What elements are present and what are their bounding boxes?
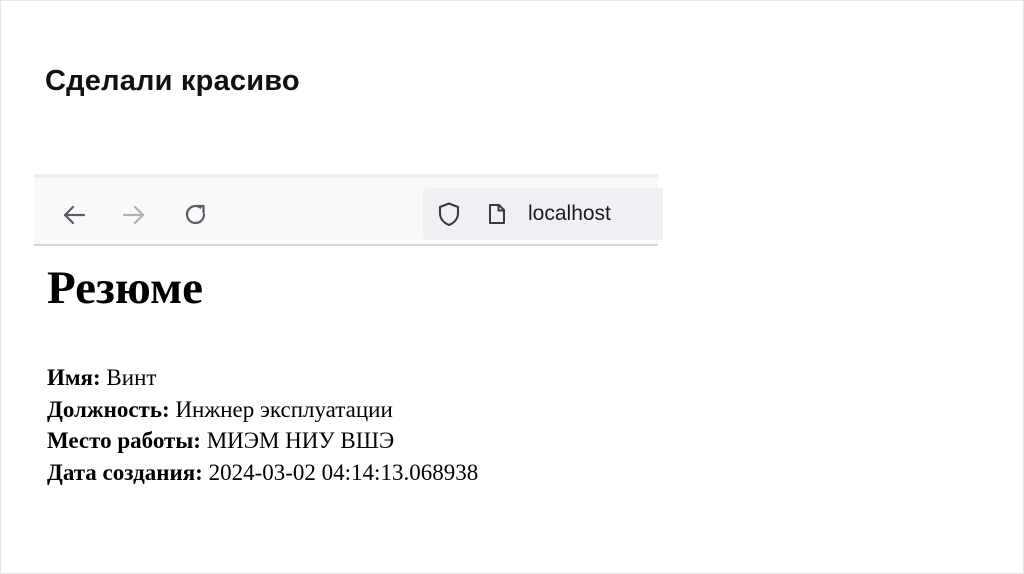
address-bar[interactable]: localhost xyxy=(423,188,663,240)
field-label: Имя: xyxy=(47,365,107,390)
field-row-position: Должность: Инжнер эксплуатации xyxy=(47,394,478,426)
field-value: Инжнер эксплуатации xyxy=(175,396,393,422)
field-label: Дата создания: xyxy=(47,459,209,485)
field-row-name: Имя: Винт xyxy=(47,362,478,394)
field-label: Место работы: xyxy=(47,428,207,453)
slide-title: Сделали красиво xyxy=(45,65,300,97)
browser-toolbar: localhost xyxy=(34,174,663,246)
field-row-created: Дата создания: 2024-03-02 04:14:13.06893… xyxy=(47,457,478,489)
page-heading: Резюме xyxy=(47,262,204,314)
field-label: Должность: xyxy=(47,396,176,422)
page-content: Резюме Имя: Винт Должность: Инжнер экспл… xyxy=(34,246,658,494)
resume-fields: Имя: Винт Должность: Инжнер эксплуатации… xyxy=(47,362,478,488)
field-value: Винт xyxy=(106,365,157,390)
browser-screenshot: localhost Резюме Имя: Винт Должность: Ин… xyxy=(34,174,663,494)
reload-icon xyxy=(185,204,206,225)
back-arrow-icon xyxy=(63,205,86,225)
field-row-workplace: Место работы: МИЭМ НИУ ВШЭ xyxy=(47,425,478,457)
forward-arrow-icon xyxy=(122,205,145,225)
back-button[interactable] xyxy=(59,200,89,230)
slide: Сделали красиво localhost Резюме Имя: Ви… xyxy=(0,0,1024,574)
field-value: МИЭМ НИУ ВШЭ xyxy=(206,428,395,453)
reload-button[interactable] xyxy=(181,200,211,230)
forward-button[interactable] xyxy=(119,200,149,230)
shield-icon[interactable] xyxy=(436,201,462,227)
address-text[interactable]: localhost xyxy=(528,202,611,226)
page-icon[interactable] xyxy=(485,202,509,226)
field-value: 2024-03-02 04:14:13.068938 xyxy=(208,459,479,485)
